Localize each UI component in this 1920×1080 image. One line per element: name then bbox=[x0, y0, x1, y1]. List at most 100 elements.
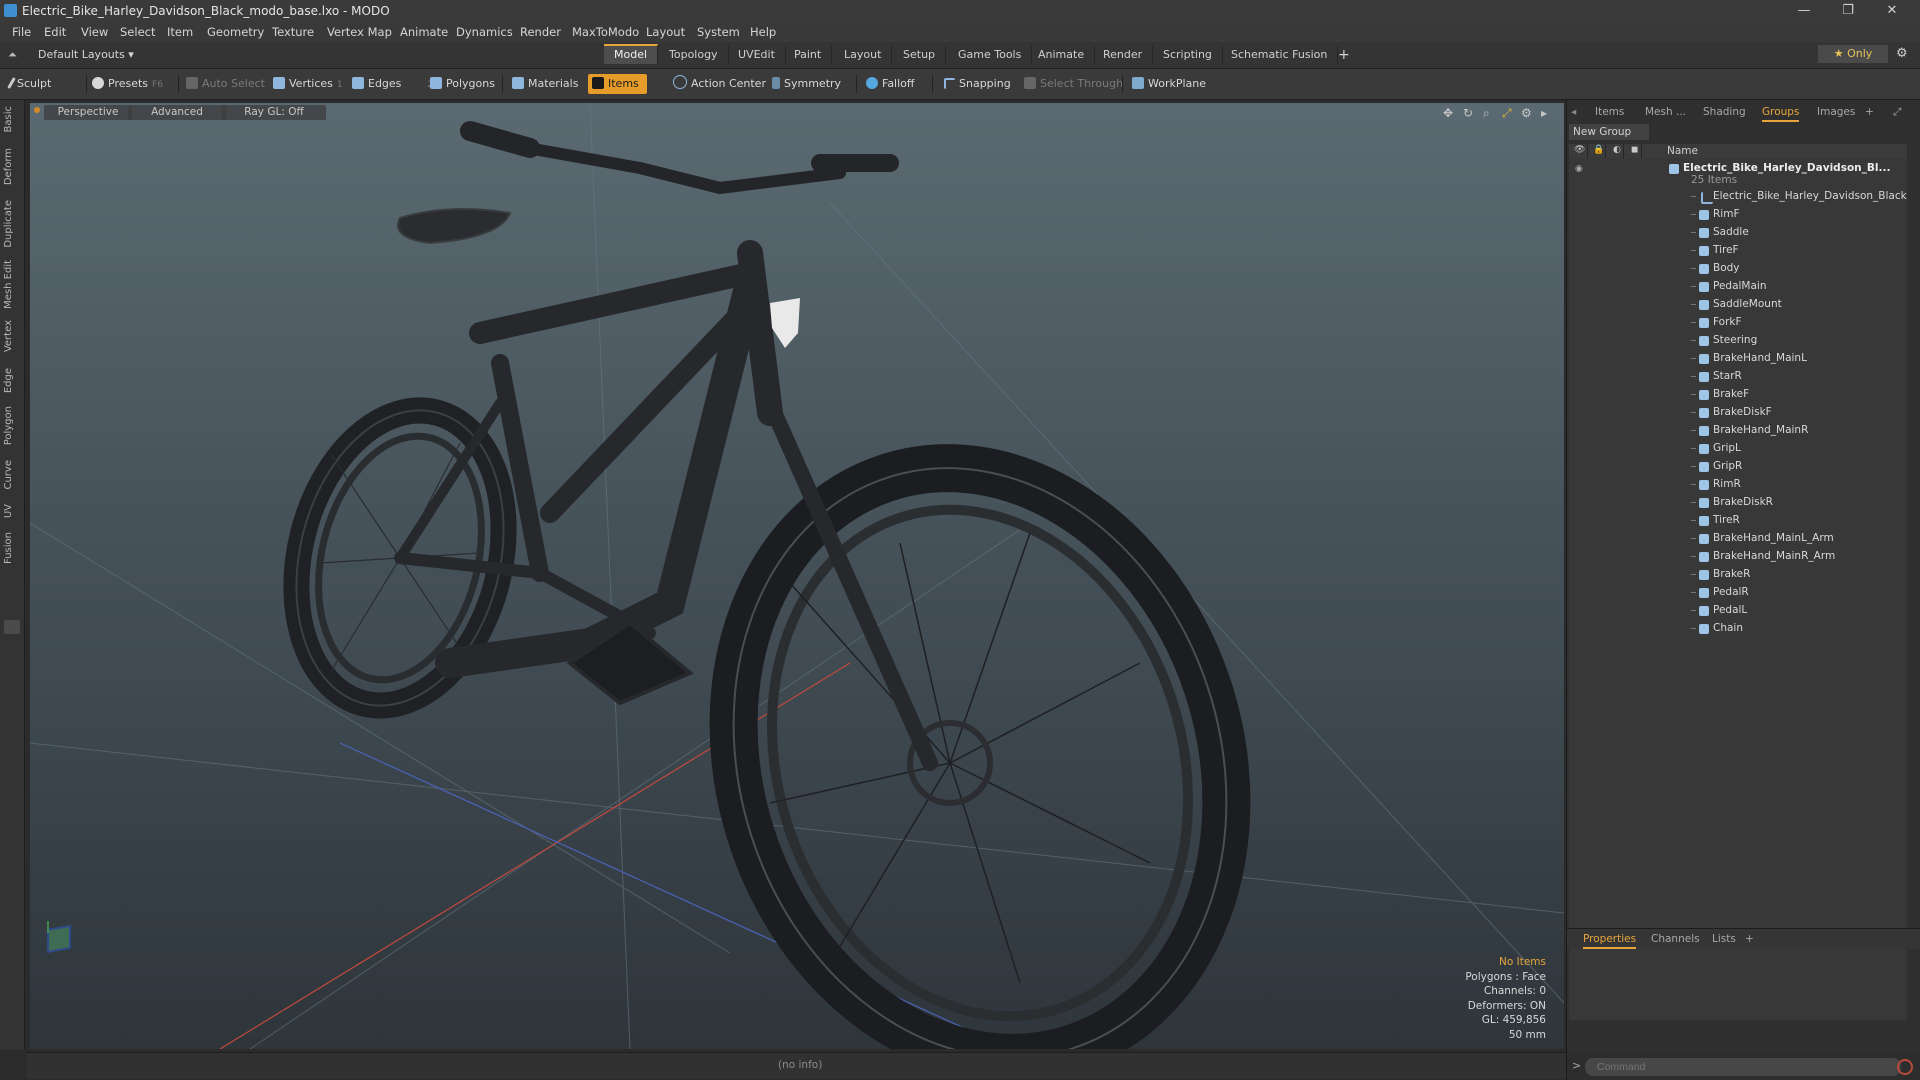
menu-vertex-map[interactable]: Vertex Map bbox=[327, 25, 392, 39]
group-list-item[interactable]: Steering bbox=[1569, 332, 1907, 350]
group-list-item[interactable]: StarR bbox=[1569, 368, 1907, 386]
vtab-vertex[interactable]: Vertex bbox=[3, 320, 21, 352]
record-icon[interactable] bbox=[1897, 1059, 1913, 1075]
view-mode-button[interactable]: Perspective bbox=[44, 105, 132, 120]
tab-lists[interactable]: Lists bbox=[1712, 931, 1736, 947]
vtab-mesh-edit[interactable]: Mesh Edit bbox=[3, 260, 21, 309]
group-list-item[interactable]: SaddleMount bbox=[1569, 296, 1907, 314]
group-list-item[interactable]: PedalL bbox=[1569, 602, 1907, 620]
group-list-item[interactable]: Electric_Bike_Harley_Davidson_Black bbox=[1569, 188, 1907, 206]
vtab-uv[interactable]: UV bbox=[3, 504, 21, 518]
edges-button[interactable]: Edges2 bbox=[352, 74, 433, 94]
3d-viewport[interactable] bbox=[30, 103, 1564, 1049]
tab-scripting[interactable]: Scripting bbox=[1153, 46, 1223, 64]
group-list-item[interactable]: BrakeDiskF bbox=[1569, 404, 1907, 422]
menu-system[interactable]: System bbox=[697, 25, 740, 39]
tab-topology[interactable]: Topology bbox=[659, 46, 729, 64]
tab-paint[interactable]: Paint bbox=[784, 46, 833, 64]
menu-texture[interactable]: Texture bbox=[272, 25, 314, 39]
group-list-item[interactable]: GripL bbox=[1569, 440, 1907, 458]
vtab-curve[interactable]: Curve bbox=[3, 460, 21, 490]
tab-setup[interactable]: Setup bbox=[893, 46, 947, 64]
snapping-button[interactable]: Snapping bbox=[944, 74, 1011, 94]
vtab-edge[interactable]: Edge bbox=[3, 368, 21, 393]
menu-animate[interactable]: Animate bbox=[400, 25, 448, 39]
group-list-item[interactable]: PedalMain bbox=[1569, 278, 1907, 296]
group-list-item[interactable]: RimF bbox=[1569, 206, 1907, 224]
menu-layout[interactable]: Layout bbox=[646, 25, 685, 39]
tab-render[interactable]: Render bbox=[1093, 46, 1154, 64]
restore-button[interactable]: ❐ bbox=[1826, 0, 1870, 22]
layout-up-icon[interactable]: ⏶ bbox=[8, 48, 17, 62]
menu-dynamics[interactable]: Dynamics bbox=[456, 25, 513, 39]
menu-select[interactable]: Select bbox=[120, 25, 155, 39]
group-list-item[interactable]: ForkF bbox=[1569, 314, 1907, 332]
group-list-item[interactable]: RimR bbox=[1569, 476, 1907, 494]
new-group-button[interactable]: New Group bbox=[1569, 124, 1649, 140]
vtab-duplicate[interactable]: Duplicate bbox=[3, 200, 21, 248]
close-button[interactable]: ✕ bbox=[1870, 0, 1914, 22]
menu-file[interactable]: File bbox=[12, 25, 31, 39]
panel-expand-icon[interactable]: ⤢ bbox=[1893, 104, 1901, 120]
tab-groups[interactable]: Groups bbox=[1762, 104, 1800, 122]
tab-game-tools[interactable]: Game Tools bbox=[948, 46, 1033, 64]
gear-icon[interactable]: ⚙ bbox=[1896, 46, 1908, 61]
viewport-expand-icon[interactable]: ▸ bbox=[1541, 106, 1547, 120]
tab-items[interactable]: Items bbox=[1595, 104, 1624, 120]
group-list-item[interactable]: BrakeHand_MainR_Arm bbox=[1569, 548, 1907, 566]
group-list-item[interactable]: BrakeHand_MainL bbox=[1569, 350, 1907, 368]
name-column-header[interactable]: Name bbox=[1667, 145, 1698, 157]
group-list-item[interactable]: BrakeR bbox=[1569, 566, 1907, 584]
tab-properties[interactable]: Properties bbox=[1583, 931, 1637, 949]
action-center-button[interactable]: Action Center bbox=[673, 74, 766, 94]
group-list-item[interactable]: Chain bbox=[1569, 620, 1907, 638]
materials-button[interactable]: Materials bbox=[512, 74, 578, 94]
auto-select-button[interactable]: Auto Select bbox=[186, 74, 265, 94]
polygons-button[interactable]: Polygons bbox=[430, 74, 495, 94]
workplane-button[interactable]: WorkPlane bbox=[1132, 74, 1206, 94]
viewport-settings-icon[interactable]: ⚙ bbox=[1521, 106, 1532, 120]
add-panel-tab-button[interactable]: + bbox=[1865, 104, 1874, 120]
symmetry-button[interactable]: Symmetry bbox=[772, 74, 841, 94]
add-tab-button[interactable]: + bbox=[1328, 46, 1360, 64]
group-root-row[interactable]: ◉ Electric_Bike_Harley_Davidson_Bl... 25… bbox=[1569, 160, 1907, 186]
tab-animate[interactable]: Animate bbox=[1028, 46, 1096, 64]
layouts-dropdown[interactable]: Default Layouts ▾ bbox=[38, 48, 134, 61]
falloff-button[interactable]: Falloff bbox=[866, 74, 914, 94]
group-list-item[interactable]: Saddle bbox=[1569, 224, 1907, 242]
vtab-polygon[interactable]: Polygon bbox=[3, 406, 21, 445]
group-list-item[interactable]: BrakeHand_MainL_Arm bbox=[1569, 530, 1907, 548]
tab-images[interactable]: Images bbox=[1817, 104, 1855, 120]
visibility-eye-icon[interactable]: ◉ bbox=[1575, 164, 1583, 174]
command-input[interactable] bbox=[1585, 1058, 1901, 1076]
group-list-item[interactable]: TireF bbox=[1569, 242, 1907, 260]
only-toggle[interactable]: ★ Only bbox=[1818, 45, 1888, 63]
menu-item[interactable]: Item bbox=[167, 25, 193, 39]
group-list-item[interactable]: BrakeHand_MainR bbox=[1569, 422, 1907, 440]
menu-geometry[interactable]: Geometry bbox=[207, 25, 264, 39]
tab-shading[interactable]: Shading bbox=[1703, 104, 1746, 120]
tab-layout[interactable]: Layout bbox=[834, 46, 893, 64]
tab-model[interactable]: Model bbox=[604, 44, 659, 64]
tab-schematic-fusion[interactable]: Schematic Fusion bbox=[1221, 46, 1339, 64]
group-list-item[interactable]: Body bbox=[1569, 260, 1907, 278]
group-list-item[interactable]: BrakeF bbox=[1569, 386, 1907, 404]
select-through-button[interactable]: Select Through bbox=[1024, 74, 1123, 94]
add-properties-tab-button[interactable]: + bbox=[1745, 931, 1754, 947]
group-list-item[interactable]: TireR bbox=[1569, 512, 1907, 530]
menu-edit[interactable]: Edit bbox=[44, 25, 66, 39]
vtab-deform[interactable]: Deform bbox=[3, 148, 21, 185]
rotate-view-icon[interactable]: ↻ bbox=[1463, 106, 1473, 120]
group-list-item[interactable]: PedalR bbox=[1569, 584, 1907, 602]
move-view-icon[interactable]: ✥ bbox=[1443, 106, 1453, 120]
sculpt-button[interactable]: Sculpt bbox=[7, 74, 51, 94]
vertices-button[interactable]: Vertices 1 bbox=[273, 74, 343, 94]
menu-help[interactable]: Help bbox=[750, 25, 776, 39]
group-list-item[interactable]: GripR bbox=[1569, 458, 1907, 476]
vtab-basic[interactable]: Basic bbox=[3, 106, 21, 132]
menu-render[interactable]: Render bbox=[520, 25, 561, 39]
menu-view[interactable]: View bbox=[81, 25, 108, 39]
zoom-view-icon[interactable]: ⌕ bbox=[1483, 106, 1490, 121]
fit-view-icon[interactable]: ⤢ bbox=[1502, 106, 1512, 121]
tab-channels[interactable]: Channels bbox=[1651, 931, 1700, 947]
